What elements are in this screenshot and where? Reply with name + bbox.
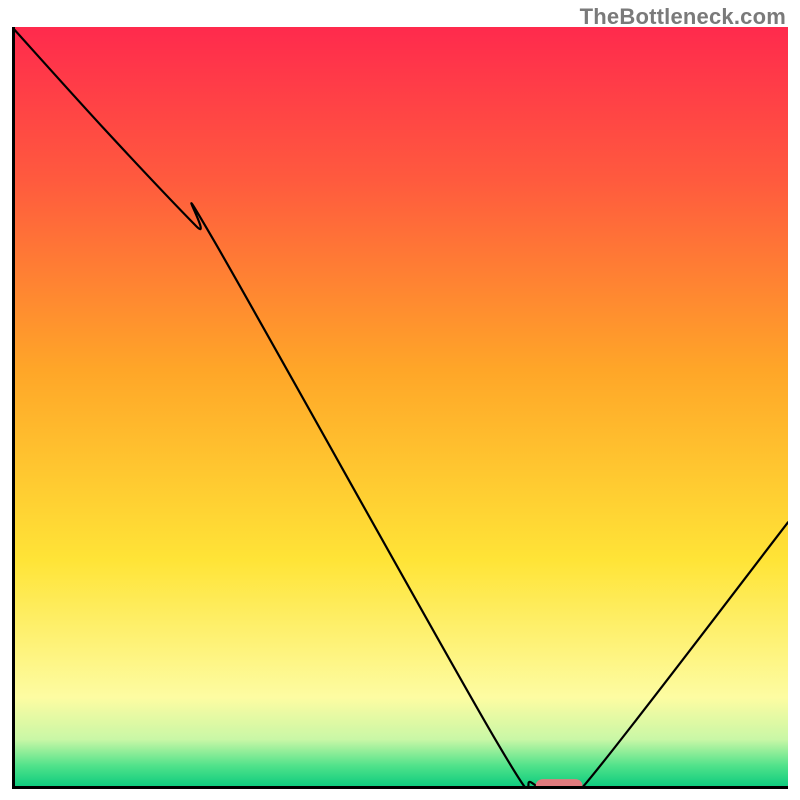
chart-frame: TheBottleneck.com — [0, 0, 800, 800]
y-axis-line — [12, 27, 15, 789]
x-axis-line — [12, 786, 788, 789]
plot-area — [12, 27, 788, 789]
